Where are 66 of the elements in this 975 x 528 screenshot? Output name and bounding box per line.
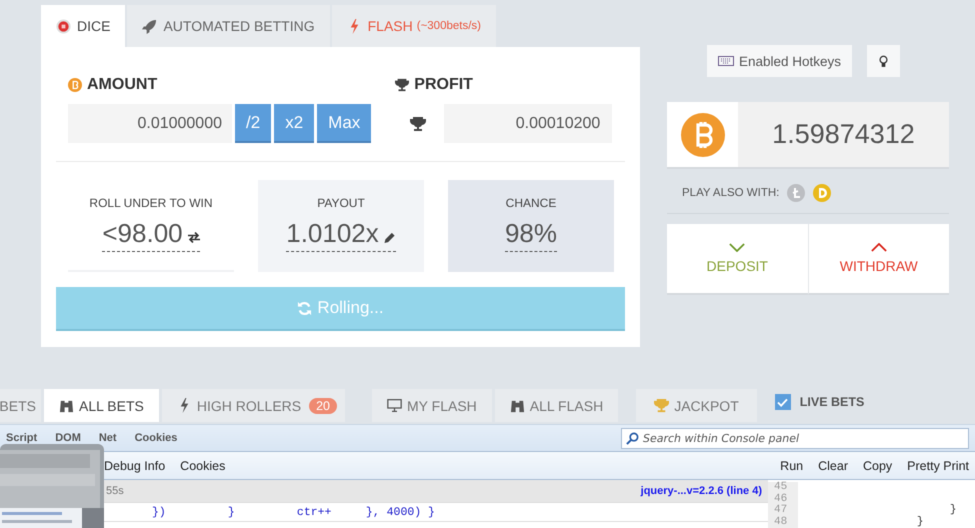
line-number: 46 — [768, 494, 798, 505]
pencil-icon — [384, 232, 396, 243]
stat-value[interactable]: <98.00 — [102, 218, 200, 252]
panel-tab[interactable]: Net — [98, 432, 117, 444]
profit-label: PROFIT — [414, 76, 473, 94]
live-bets-checkbox[interactable] — [774, 394, 791, 410]
bets-tab[interactable]: HIGH ROLLERS 20 — [162, 389, 346, 422]
dice-icon — [56, 18, 71, 34]
bets-tab[interactable]: ALL BETS — [44, 389, 159, 422]
stat-label: CHANCE — [506, 196, 556, 210]
live-bets-label: LIVE BETS — [800, 395, 864, 409]
game-tab[interactable]: DICE — [41, 5, 126, 47]
play-also-label: PLAY ALSO WITH: — [682, 187, 780, 199]
trophy-icon — [410, 116, 426, 132]
bets-tab[interactable]: JACKPOT — [636, 389, 757, 422]
rocket-icon — [142, 18, 158, 34]
panel-tab[interactable]: Script — [6, 432, 38, 444]
amount-field[interactable]: 0.01000000 — [68, 104, 232, 143]
wallet-button[interactable]: WITHDRAW — [808, 224, 949, 295]
log-time: 55s — [106, 485, 124, 497]
game-tab[interactable]: AUTOMATED BETTING — [127, 5, 330, 47]
chevron-down-icon — [729, 243, 746, 252]
source-link[interactable]: jquery-...v=2.2.6 (line 4) — [640, 485, 762, 497]
code-line: } — [948, 505, 956, 516]
console-action[interactable]: Clear — [818, 458, 848, 472]
bets-tab[interactable]: MY FLASH — [372, 389, 492, 422]
chevron-up-icon — [870, 243, 887, 252]
refresh-icon — [297, 300, 312, 316]
search-field[interactable]: Search within Console panel — [621, 428, 969, 448]
line-number: 48 — [768, 516, 798, 528]
console-action[interactable]: Copy — [862, 458, 892, 472]
litecoin-icon[interactable] — [787, 184, 806, 202]
log-code: }) } ctr++ }, 4000) } — [152, 506, 435, 518]
search-icon — [626, 432, 639, 444]
line-number: 45 — [768, 482, 798, 494]
lightbulb-button[interactable] — [867, 45, 900, 77]
amount-label: AMOUNT — [87, 76, 158, 94]
hotkeys-button[interactable]: Enabled Hotkeys — [706, 45, 852, 77]
stat-label: PAYOUT — [317, 196, 365, 210]
panel-tab[interactable]: DOM — [55, 432, 81, 444]
lightbulb-icon — [879, 54, 888, 68]
binoculars-icon — [510, 398, 525, 413]
binoculars-icon — [59, 398, 74, 413]
console-action[interactable]: Run — [780, 458, 804, 472]
count-badge: 20 — [309, 398, 338, 414]
bets-tab[interactable]: BETS — [0, 389, 41, 422]
line-number: 47 — [768, 505, 798, 516]
console-tab[interactable]: Debug Info — [104, 458, 166, 472]
stat-value[interactable]: 1.0102x — [286, 218, 396, 252]
bets-tab[interactable]: ALL FLASH — [494, 389, 618, 422]
console-tab[interactable]: Cookies — [180, 458, 226, 472]
panel-tab[interactable]: Cookies — [134, 432, 178, 444]
code-line: } — [916, 516, 924, 528]
console-action[interactable]: Pretty Print — [907, 458, 969, 472]
dogecoin-icon[interactable] — [813, 184, 832, 202]
keyboard-icon — [718, 56, 734, 66]
profit-field[interactable]: 0.00010200 — [444, 104, 612, 143]
stat-value[interactable]: 98% — [504, 218, 558, 252]
balance-value: 1.59874312 — [771, 118, 916, 151]
monitor-icon — [387, 398, 402, 413]
trophy-icon — [654, 398, 670, 413]
stat-label: ROLL UNDER TO WIN — [89, 196, 213, 210]
swap-arrows-icon — [188, 232, 200, 243]
trophy-icon — [395, 78, 410, 92]
bitcoin-icon — [68, 78, 82, 92]
bitcoin-icon — [680, 112, 724, 156]
